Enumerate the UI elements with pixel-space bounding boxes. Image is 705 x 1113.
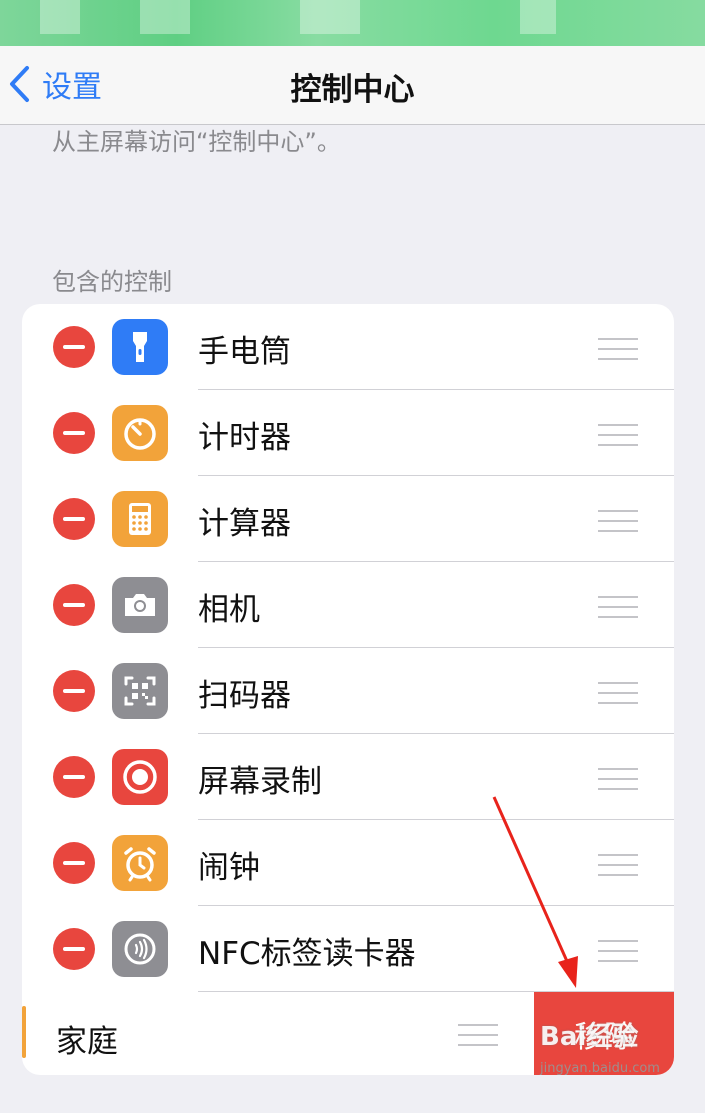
- screen-record-icon: [112, 749, 168, 805]
- reorder-handle-icon[interactable]: [598, 854, 638, 876]
- reorder-handle-icon[interactable]: [598, 682, 638, 704]
- reorder-handle-icon[interactable]: [598, 596, 638, 618]
- list-item-flashlight: 手电筒: [22, 304, 674, 390]
- control-label: 闹钟: [198, 850, 260, 886]
- remove-control-button[interactable]: [53, 842, 95, 884]
- reorder-handle-icon[interactable]: [598, 338, 638, 360]
- list-item-calculator: 计算器: [22, 476, 674, 562]
- nfc-icon: [112, 921, 168, 977]
- list-item-nfc-reader: NFC标签读卡器: [22, 906, 674, 992]
- control-label: 扫码器: [198, 678, 291, 714]
- alarm-clock-icon: [112, 835, 168, 891]
- camera-icon: [112, 577, 168, 633]
- control-label: 相机: [198, 592, 260, 628]
- remove-control-button[interactable]: [53, 584, 95, 626]
- list-item-timer: 计时器: [22, 390, 674, 476]
- navigation-bar: 设置 控制中心: [0, 46, 705, 125]
- list-item-screen-recording: 屏幕录制: [22, 734, 674, 820]
- included-controls-list: 手电筒 计时器 计算器 相机 扫码器 屏幕录制 闹钟 NFC标签读卡器 家庭 移…: [22, 304, 674, 1075]
- control-label: 家庭: [56, 1024, 118, 1060]
- remove-control-button[interactable]: [53, 670, 95, 712]
- control-label: 手电筒: [198, 334, 291, 370]
- description-text: 从主屏幕访问“控制中心”。: [52, 128, 341, 156]
- reorder-handle-icon[interactable]: [598, 510, 638, 532]
- watermark-brand: Bai经验: [540, 1022, 639, 1052]
- control-label: NFC标签读卡器: [198, 936, 416, 972]
- remove-control-button[interactable]: [53, 928, 95, 970]
- reorder-handle-icon[interactable]: [458, 1024, 498, 1046]
- qr-scanner-icon: [112, 663, 168, 719]
- watermark-url: jingyan.baidu.com: [540, 1061, 660, 1076]
- page-title: 控制中心: [290, 72, 415, 108]
- calculator-icon: [112, 491, 168, 547]
- timer-icon: [112, 405, 168, 461]
- section-header-included-controls: 包含的控制: [52, 268, 172, 296]
- remove-control-button[interactable]: [53, 326, 95, 368]
- reorder-handle-icon[interactable]: [598, 768, 638, 790]
- list-item-qr-scanner: 扫码器: [22, 648, 674, 734]
- remove-control-button[interactable]: [53, 498, 95, 540]
- remove-control-button[interactable]: [53, 756, 95, 798]
- control-label: 计时器: [198, 420, 291, 456]
- flashlight-icon: [112, 319, 168, 375]
- control-label: 计算器: [198, 506, 291, 542]
- reorder-handle-icon[interactable]: [598, 940, 638, 962]
- home-icon-edge: [22, 1006, 26, 1058]
- control-label: 屏幕录制: [198, 764, 322, 800]
- reorder-handle-icon[interactable]: [598, 424, 638, 446]
- remove-control-button[interactable]: [53, 412, 95, 454]
- list-item-alarm: 闹钟: [22, 820, 674, 906]
- list-item-camera: 相机: [22, 562, 674, 648]
- status-bar: [0, 0, 705, 46]
- watermark-logo: Bai经验 jingyan.baidu.com: [540, 1024, 660, 1082]
